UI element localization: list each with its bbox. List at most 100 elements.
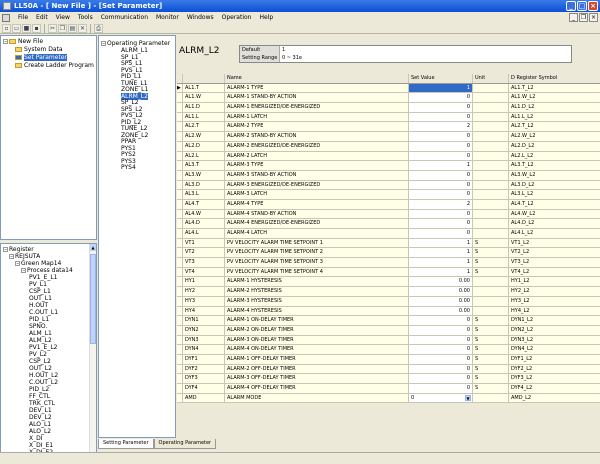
table-row[interactable]: VT1 PV VELOCITY ALARM TIME SETPOINT 1 1 S VT… bbox=[177, 238, 600, 249]
set-value-field[interactable]: 1 bbox=[409, 258, 473, 267]
register-item[interactable]: PID_L1 bbox=[29, 316, 49, 323]
table-row[interactable]: AL2.D ALARM-2 ENERGIZED/DE-ENERGIZED 0 AL2.… bbox=[177, 141, 600, 152]
set-value-field[interactable]: 0 bbox=[409, 364, 473, 374]
menu-edit[interactable]: Edit bbox=[32, 12, 52, 23]
collapse-icon[interactable]: − bbox=[9, 254, 14, 259]
set-value-field[interactable]: 0 bbox=[409, 345, 473, 354]
set-value-field[interactable]: 0.00 bbox=[409, 277, 473, 287]
register-root[interactable]: − Register bbox=[3, 246, 34, 253]
set-value-field[interactable]: 1 bbox=[409, 238, 473, 248]
table-row[interactable]: AL4.D ALARM-4 ENERGIZED/DE-ENERGIZED 0 AL4.… bbox=[177, 219, 600, 229]
set-value-field[interactable]: 2 bbox=[409, 199, 473, 209]
table-row[interactable]: AL4.L ALARM-4 LATCH 0 AL4.L_L2 bbox=[177, 229, 600, 239]
register-item[interactable]: FF_CTL bbox=[29, 393, 50, 400]
menu-windows[interactable]: Windows bbox=[183, 12, 218, 23]
table-row[interactable]: AL1.W ALARM-1 STAND-BY ACTION 0 AL1.W_L2 bbox=[177, 93, 600, 104]
set-value-field[interactable]: 0 bbox=[409, 141, 473, 151]
table-row[interactable]: AL2.L ALARM-2 LATCH 0 AL2.L_L2 bbox=[177, 151, 600, 162]
menu-operation[interactable]: Operation bbox=[218, 12, 256, 23]
open-folder-icon[interactable]: ▭ bbox=[12, 23, 21, 33]
register-item[interactable]: ALM_L2 bbox=[29, 337, 52, 344]
register-item[interactable]: CSP_L2 bbox=[29, 358, 51, 365]
register-item[interactable]: DEV_L2 bbox=[29, 414, 52, 421]
register-item[interactable]: OUT_L1 bbox=[29, 295, 52, 302]
print-icon[interactable]: ⎙ bbox=[94, 23, 103, 33]
tab-setting-parameter[interactable]: Setting Parameter bbox=[98, 439, 154, 449]
table-row[interactable]: VT3 PV VELOCITY ALARM TIME SETPOINT 3 1 S VT… bbox=[177, 258, 600, 268]
table-row[interactable]: AL3.T ALARM-3 TYPE 1 AL3.T_L2 bbox=[177, 161, 600, 171]
register-item[interactable]: PV1_E_L2 bbox=[29, 344, 58, 351]
table-row[interactable]: AL4.T ALARM-4 TYPE 2 AL4.T_L2 bbox=[177, 199, 600, 210]
table-row[interactable]: AL4.W ALARM-4 STAND-BY ACTION 0 AL4.W_L2 bbox=[177, 209, 600, 220]
menu-help[interactable]: Help bbox=[255, 12, 277, 23]
save-icon[interactable]: ■ bbox=[22, 23, 31, 33]
minimize-button[interactable]: _ bbox=[566, 1, 576, 11]
set-value-field[interactable]: 0 bbox=[409, 180, 473, 190]
collapse-icon[interactable]: − bbox=[21, 268, 26, 273]
set-value-field[interactable]: 0 bbox=[409, 354, 473, 364]
table-row[interactable]: AL2.T ALARM-2 TYPE 2 AL2.T_L2 bbox=[177, 122, 600, 133]
set-value-field[interactable]: 1 bbox=[409, 267, 473, 277]
register-item[interactable]: H.OUT bbox=[29, 302, 48, 309]
set-value-field[interactable]: 0 bbox=[409, 219, 473, 228]
set-value-field[interactable]: 0 bbox=[409, 103, 473, 112]
child-restore-button[interactable]: ❐ bbox=[579, 13, 588, 22]
set-value-field[interactable]: 0 bbox=[409, 112, 473, 122]
table-row[interactable]: AL1.D ALARM-1 ENERGIZED/DE-ENERGIZED 0 AL1.… bbox=[177, 103, 600, 113]
set-value-field[interactable]: 2 bbox=[409, 122, 473, 132]
set-value-field[interactable]: 0 ▼ bbox=[409, 393, 473, 403]
menu-communication[interactable]: Communication bbox=[97, 12, 152, 23]
table-row[interactable]: DYF4 ALARM-4 OFF-DELAY TIMER 0 S DYF4_L2 bbox=[177, 384, 600, 394]
register-item[interactable]: PV_L1 bbox=[29, 281, 47, 288]
table-row[interactable]: HY2 ALARM-2 HYSTERESIS 0.00 HY2_L2 bbox=[177, 287, 600, 297]
register-item[interactable]: X_DI bbox=[29, 435, 43, 442]
table-row[interactable]: DYN3 ALARM-3 ON-DELAY TIMER 0 S DYN3_L2 bbox=[177, 335, 600, 346]
tree-node-set-parameter[interactable]: Set Parameter bbox=[15, 54, 67, 61]
tree-node-create-ladder[interactable]: Create Ladder Program bbox=[15, 62, 94, 69]
set-value-field[interactable]: 0 bbox=[409, 170, 473, 180]
register-node[interactable]: − Green Map14 bbox=[15, 260, 61, 267]
nav-root[interactable]: − Operating Parameter bbox=[101, 40, 170, 47]
scroll-thumb[interactable] bbox=[90, 254, 96, 344]
set-value-field[interactable]: 0 bbox=[409, 335, 473, 345]
collapse-icon[interactable]: − bbox=[3, 39, 8, 44]
child-minimize-button[interactable]: _ bbox=[569, 13, 578, 22]
register-item[interactable]: PV_L2 bbox=[29, 351, 47, 358]
document-icon[interactable] bbox=[2, 13, 10, 22]
close-button[interactable]: × bbox=[588, 1, 598, 11]
register-item[interactable]: C.OUT_L1 bbox=[29, 309, 58, 316]
table-row[interactable]: DYN1 ALARM-1 ON-DELAY TIMER 0 S DYN1_L2 bbox=[177, 316, 600, 326]
table-row[interactable]: AL3.W ALARM-3 STAND-BY ACTION 0 AL3.W_L2 bbox=[177, 170, 600, 181]
register-scrollbar[interactable]: ▲ ▼ bbox=[89, 244, 96, 463]
save-as-icon[interactable]: ▪ bbox=[32, 23, 41, 33]
set-value-field[interactable]: 1 bbox=[409, 83, 473, 93]
register-item[interactable]: PV1_E_L1 bbox=[29, 274, 58, 281]
set-value-field[interactable]: 0.00 bbox=[409, 287, 473, 296]
table-row[interactable]: AL3.D ALARM-3 ENERGIZED/DE-ENERGIZED 0 AL3.… bbox=[177, 180, 600, 191]
set-value-field[interactable]: 0 bbox=[409, 384, 473, 393]
set-value-field[interactable]: 0 bbox=[409, 93, 473, 103]
register-item[interactable]: ALO_L2 bbox=[29, 428, 51, 435]
table-row[interactable]: DYN2 ALARM-2 ON-DELAY TIMER 0 S DYN2_L2 bbox=[177, 325, 600, 336]
paste-icon[interactable]: ▤ bbox=[68, 23, 77, 33]
set-value-field[interactable]: 0.00 bbox=[409, 296, 473, 306]
tree-node-root[interactable]: − New File bbox=[3, 38, 43, 45]
set-value-field[interactable]: 0 bbox=[409, 132, 473, 141]
register-item[interactable]: X_DI_E1 bbox=[29, 442, 53, 449]
menu-tools[interactable]: Tools bbox=[74, 12, 97, 23]
scroll-up-icon[interactable]: ▲ bbox=[90, 244, 96, 251]
register-item[interactable]: C.OUT_L2 bbox=[29, 379, 58, 386]
set-value-field[interactable]: 0 bbox=[409, 316, 473, 325]
register-item[interactable]: H.OUT_L2 bbox=[29, 372, 58, 379]
table-row[interactable]: AMD ALARM MODE 0 ▼ AMD_L2 bbox=[177, 393, 600, 404]
set-value-field[interactable]: 0 bbox=[409, 209, 473, 219]
tab-operating-parameter[interactable]: Operating Parameter bbox=[153, 439, 217, 449]
register-node[interactable]: − REJSUTA bbox=[9, 253, 40, 260]
child-close-button[interactable]: × bbox=[589, 13, 598, 22]
menu-monitor[interactable]: Monitor bbox=[152, 12, 183, 23]
set-value-field[interactable]: 1 bbox=[409, 248, 473, 258]
chevron-down-icon[interactable]: ▼ bbox=[465, 394, 471, 401]
register-item[interactable]: ALM_L1 bbox=[29, 330, 52, 337]
table-row[interactable]: DYF1 ALARM-1 OFF-DELAY TIMER 0 S DYF1_L2 bbox=[177, 354, 600, 365]
table-row[interactable]: ▶ AL1.T ALARM-1 TYPE 1 AL1.T_L2 bbox=[177, 83, 600, 94]
